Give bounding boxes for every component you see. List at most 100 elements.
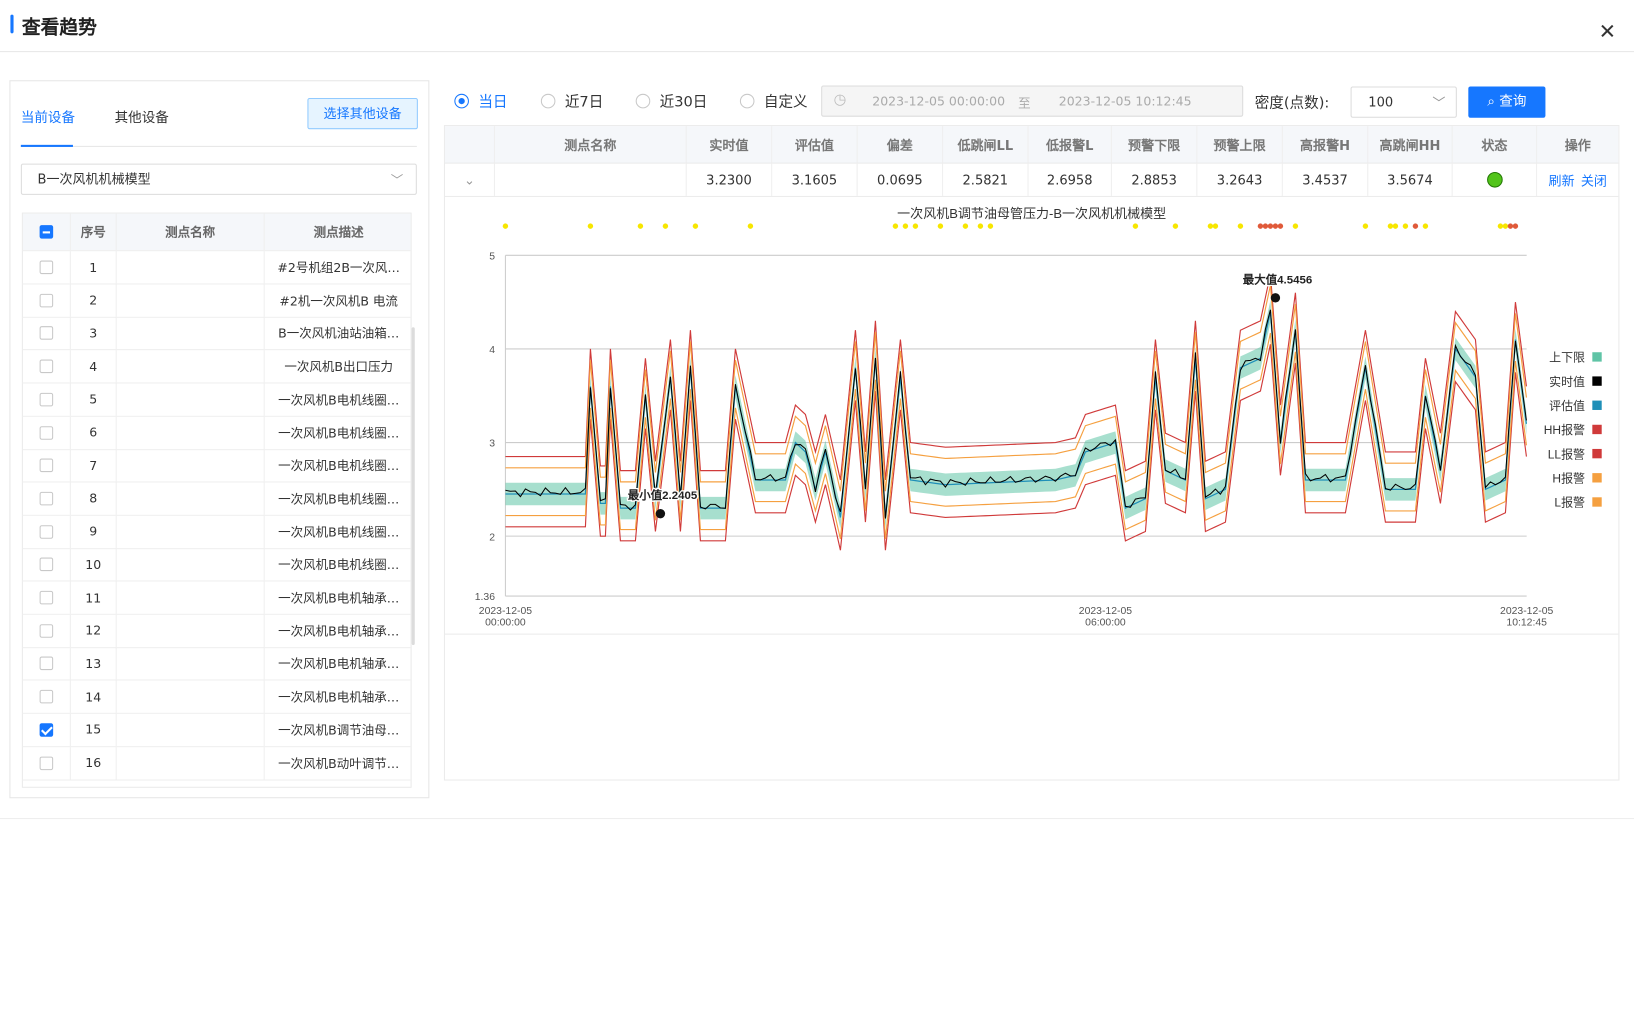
row-checkbox[interactable] (39, 458, 54, 473)
alarm-dot (937, 223, 944, 229)
row-no: 13 (71, 647, 117, 680)
row-checkbox[interactable] (39, 359, 54, 374)
refresh-link[interactable]: 刷新 (1549, 170, 1575, 190)
table-row[interactable]: 11 一次风机B电机轴承… (22, 581, 411, 615)
row-checkbox[interactable] (39, 524, 54, 539)
table-row[interactable]: 1 #2号机组2B一次风… (22, 251, 411, 285)
device-select[interactable]: B一次风机机械模型 ﹀ (20, 163, 417, 195)
table-row[interactable]: 6 一次风机B电机线圈… (22, 416, 411, 450)
table-row[interactable]: 3 B一次风机油站油箱… (22, 317, 411, 351)
tab-current-device[interactable]: 当前设备 (21, 106, 75, 126)
alarm-dot (977, 223, 984, 229)
row-point-desc: 一次风机B电机轴承… (278, 623, 400, 639)
table-row[interactable]: 16 一次风机B动叶调节… (22, 746, 411, 781)
density-select[interactable]: 100 ﹀ (1350, 86, 1457, 118)
row-checkbox[interactable] (39, 656, 54, 671)
col-header: 高跳闸HH (1368, 126, 1453, 163)
expand-icon[interactable]: ⌄ (445, 163, 495, 196)
table-row[interactable]: 8 一次风机B电机线圈… (22, 482, 411, 516)
row-point-desc: 一次风机B电机线圈… (278, 458, 400, 474)
chart-title: 一次风机B调节油母管压力-B一次风机机械模型 (897, 206, 1166, 221)
close-icon[interactable]: ✕ (1599, 21, 1616, 42)
select-other-device-button[interactable]: 选择其他设备 (307, 97, 418, 130)
row-point-desc: #2号机组2B一次风… (277, 260, 400, 276)
row-select-cell (23, 251, 71, 284)
col-header-expand (445, 126, 495, 163)
table-row[interactable]: 4 一次风机B出口压力 (22, 350, 411, 384)
row-no: 1 (71, 251, 117, 284)
y-tick-label: 1.36 (475, 592, 495, 603)
row-checkbox[interactable] (39, 590, 54, 605)
query-button[interactable]: ⌕ 查询 (1468, 86, 1546, 118)
table-row[interactable]: 15 一次风机B调节油母… (22, 713, 411, 747)
row-checkbox[interactable] (39, 557, 54, 572)
row-checkbox[interactable] (39, 260, 54, 275)
range-separator: 至 (1018, 95, 1031, 111)
range-start[interactable]: 2023-12-05 00:00:00 (872, 94, 1005, 109)
date-range-picker[interactable]: ◷ 2023-12-05 00:00:00 至 2023-12-05 10:12… (821, 85, 1244, 117)
row-checkbox[interactable] (39, 326, 54, 341)
alarm-dot (1507, 223, 1514, 229)
row-select-cell (23, 449, 71, 482)
radio-7days[interactable]: 近7日 (540, 91, 603, 112)
legend-swatch (1592, 400, 1602, 410)
row-value: 2.8853 (1112, 163, 1198, 196)
col-header: 高报警H (1283, 126, 1369, 163)
alarm-dot (1497, 223, 1504, 229)
col-header: 低跳闸LL (943, 126, 1029, 163)
trend-chart-svg: 一次风机B调节油母管压力-B一次风机机械模型 5 4 3 2 1.36 2023-12-05… (475, 206, 1602, 628)
row-no: 8 (71, 482, 117, 515)
radio-custom[interactable]: 自定义 (739, 91, 808, 112)
row-value: 2.6958 (1029, 163, 1112, 196)
table-row[interactable]: 7 一次风机B电机线圈… (22, 449, 411, 483)
row-select-cell (23, 317, 71, 350)
row-no: 16 (71, 746, 117, 779)
table-row[interactable]: 13 一次风机B电机轴承… (22, 647, 411, 681)
row-value: 2.5821 (943, 163, 1029, 196)
table-row[interactable]: 9 一次风机B电机线圈… (22, 515, 411, 549)
row-checkbox[interactable] (39, 756, 54, 770)
row-no: 9 (71, 515, 117, 548)
row-value: 3.5674 (1368, 163, 1453, 196)
alarm-dot (662, 223, 669, 229)
row-point-desc: 一次风机B电机线圈… (278, 524, 400, 540)
table-row[interactable]: 5 一次风机B电机线圈… (22, 383, 411, 417)
row-select-cell (23, 515, 71, 548)
row-checkbox[interactable] (39, 689, 54, 704)
row-no: 14 (71, 680, 117, 713)
row-checkbox[interactable] (39, 293, 54, 308)
row-checkbox[interactable] (39, 392, 54, 407)
row-point-name (117, 350, 265, 383)
row-checkbox[interactable] (39, 425, 54, 440)
radio-30days[interactable]: 近30日 (635, 91, 707, 112)
table-row[interactable]: 2 #2机一次风机B 电流 (22, 284, 411, 318)
row-checkbox[interactable] (39, 491, 54, 506)
alarm-dot (1212, 223, 1219, 229)
alarm-dot (1262, 223, 1269, 229)
tab-other-device[interactable]: 其他设备 (115, 106, 169, 126)
table-scrollbar[interactable] (411, 327, 415, 646)
dialog-footer-divider (0, 818, 1634, 820)
row-select-cell (23, 548, 71, 581)
chevron-down-icon: ﹀ (390, 172, 404, 188)
alarm-dot (1387, 223, 1394, 229)
row-checkbox[interactable] (39, 623, 54, 638)
table-row[interactable]: 10 一次风机B电机线圈… (22, 548, 411, 582)
dialog: 查看趋势 ✕ 当前设备 其他设备 选择其他设备 B一次风机机械模型 ﹀ 序号 测… (0, 0, 1634, 1018)
alarm-dot (1502, 223, 1509, 229)
point-table-header: 序号 测点名称 测点描述 (22, 213, 411, 252)
radio-today[interactable]: 当日 (454, 91, 508, 112)
alarm-dot (912, 223, 919, 229)
close-link[interactable]: 关闭 (1581, 170, 1607, 190)
table-row[interactable]: 12 一次风机B电机轴承… (22, 614, 411, 648)
range-end[interactable]: 2023-12-05 10:12:45 (1059, 94, 1192, 109)
row-value: 3.2643 (1197, 163, 1283, 196)
col-header: 预警上限 (1197, 126, 1283, 163)
table-row[interactable]: 14 一次风机B电机轴承… (22, 680, 411, 714)
operation-cell: 刷新 关闭 (1537, 163, 1620, 196)
row-checkbox[interactable] (39, 723, 54, 737)
select-all-checkbox[interactable] (39, 225, 54, 239)
legend-swatch (1592, 376, 1602, 386)
radio-dot (454, 93, 469, 109)
density-label: 密度(点数): (1254, 94, 1330, 112)
